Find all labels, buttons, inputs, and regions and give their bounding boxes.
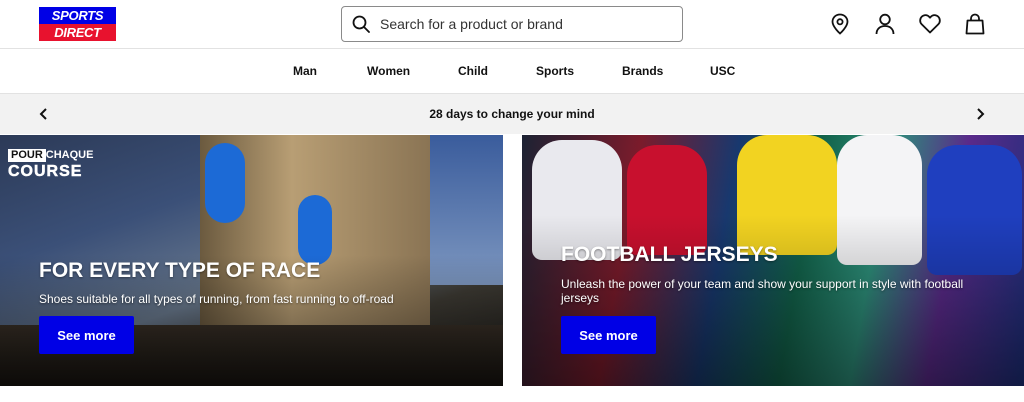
- chevron-right-icon[interactable]: [972, 106, 988, 122]
- pour-chaque-course-tagline: POUR CHAQUE COURSE: [8, 145, 120, 181]
- location-pin-icon[interactable]: [828, 12, 852, 36]
- nav-item-sports[interactable]: Sports: [536, 64, 574, 78]
- football-jerseys-banner[interactable]: FOOTBALL JERSEYS Unleash the power of yo…: [522, 135, 1024, 386]
- sports-direct-logo[interactable]: SPORTS DIRECT: [39, 7, 116, 41]
- site-header: SPORTS DIRECT: [0, 0, 1024, 49]
- nav-item-usc[interactable]: USC: [710, 64, 735, 78]
- tagline-line1: POUR: [8, 149, 46, 162]
- search-input[interactable]: [378, 15, 682, 33]
- banner-subtitle: Shoes suitable for all types of running,…: [39, 292, 394, 306]
- heart-icon[interactable]: [918, 12, 942, 36]
- banner-subtitle: Unleash the power of your team and show …: [561, 277, 964, 305]
- nav-item-child[interactable]: Child: [458, 64, 488, 78]
- tagline-line2: COURSE: [8, 163, 83, 181]
- banner-title: FOOTBALL JERSEYS: [561, 243, 778, 266]
- see-more-button[interactable]: See more: [39, 316, 134, 354]
- nav-item-brands[interactable]: Brands: [622, 64, 663, 78]
- main-nav: Man Women Child Sports Brands USC: [0, 49, 1024, 94]
- tagline-line1b: CHAQUE: [45, 149, 94, 161]
- runner-figure: [205, 143, 245, 223]
- promo-text: 28 days to change your mind: [429, 107, 595, 121]
- running-banner[interactable]: POUR CHAQUE COURSE FOR EVERY TYPE OF RACE…: [0, 135, 503, 386]
- search-box[interactable]: [341, 6, 683, 42]
- logo-top-text: SPORTS: [39, 7, 116, 24]
- promo-bar: 28 days to change your mind: [0, 94, 1024, 134]
- logo-bottom-text: DIRECT: [39, 24, 116, 41]
- search-icon[interactable]: [351, 14, 371, 34]
- see-more-button[interactable]: See more: [561, 316, 656, 354]
- nav-item-women[interactable]: Women: [367, 64, 410, 78]
- nav-item-man[interactable]: Man: [293, 64, 317, 78]
- bag-icon[interactable]: [963, 12, 987, 36]
- account-icon[interactable]: [873, 12, 897, 36]
- banner-title: FOR EVERY TYPE OF RACE: [39, 259, 321, 282]
